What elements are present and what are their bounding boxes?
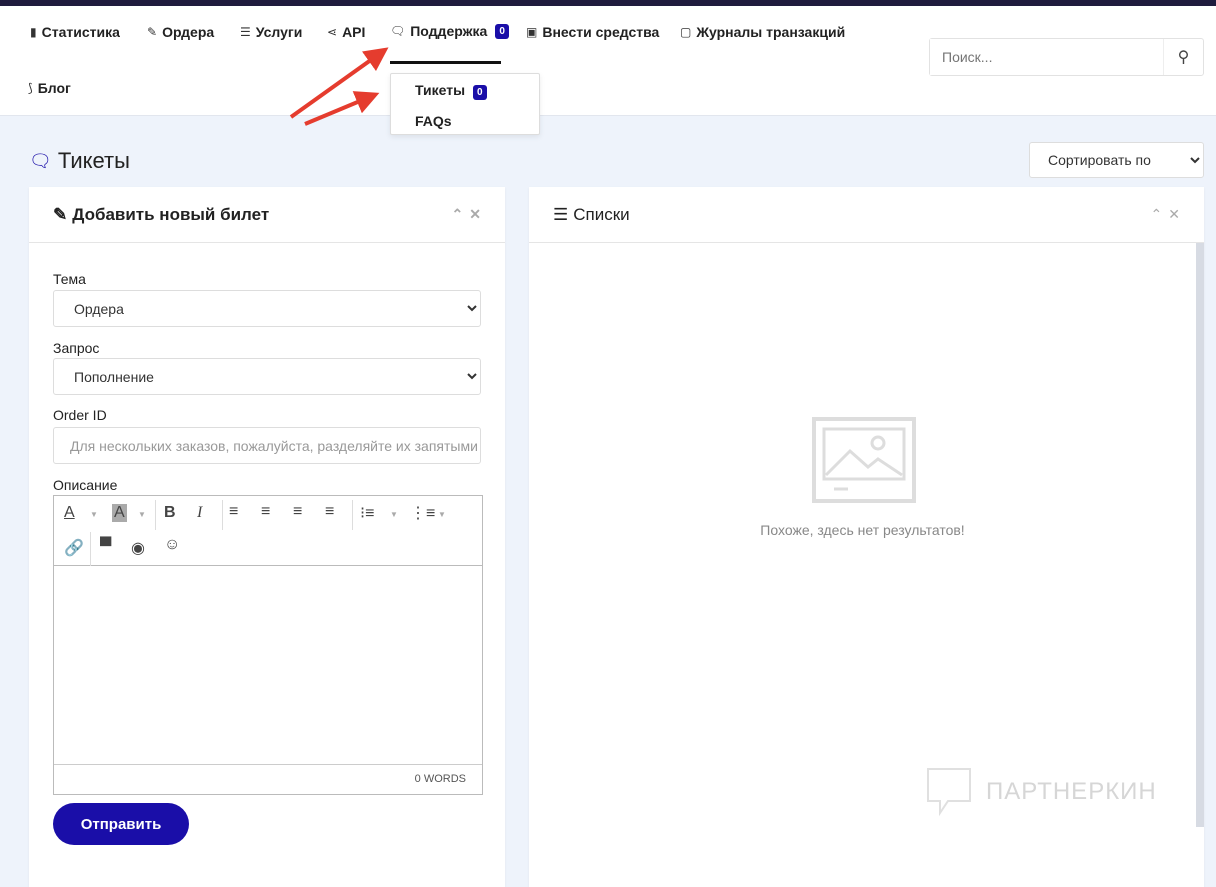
subject-label: Тема <box>53 271 86 287</box>
tickets-badge: 0 <box>473 85 487 100</box>
support-dropdown: Тикеты 0 FAQs <box>390 73 540 135</box>
align-center-icon[interactable]: ≡ <box>261 503 270 521</box>
submit-button[interactable]: Отправить <box>53 803 189 845</box>
collapse-icon[interactable]: ⌃ <box>1151 206 1163 223</box>
bold-icon[interactable]: B <box>164 504 176 522</box>
chat-icon: 🗨 <box>29 150 52 171</box>
chat-icon: 🗨 <box>390 24 406 38</box>
nav-api[interactable]: ⋖ API <box>327 24 365 40</box>
watermark-logo: ПАРТНЕРКИН <box>926 767 1157 817</box>
nav-label: Статистика <box>41 24 120 40</box>
bullet-list-icon[interactable]: ⁝≡ <box>360 503 374 523</box>
page-title-text: Тикеты <box>57 148 130 173</box>
page-title: 🗨 Тикеты <box>29 148 130 174</box>
rss-icon: ⟆ <box>28 81 33 95</box>
nav-label: Поддержка <box>410 23 488 39</box>
collapse-icon[interactable]: ⌃ <box>452 206 464 223</box>
nav-label: Блог <box>37 80 71 96</box>
share-icon: ⋖ <box>327 25 338 39</box>
edit-icon: ✎ <box>53 204 68 224</box>
dropdown-item-faqs[interactable]: FAQs <box>415 113 452 129</box>
bar-chart-icon: ▮ <box>30 25 37 39</box>
nav-blog[interactable]: ⟆ Блог <box>28 80 71 96</box>
search-button[interactable]: ⚲ <box>1163 39 1203 75</box>
order-id-input[interactable] <box>53 427 481 464</box>
card-title: Добавить новый билет <box>72 204 270 224</box>
print-icon[interactable]: ▀ <box>100 538 111 556</box>
italic-icon[interactable]: I <box>197 504 202 522</box>
header: ▮ Статистика ✎ Ордера ☰ Услуги ⋖ API 🗨 Поддер… <box>0 6 1216 116</box>
nav-label: Услуги <box>255 24 303 40</box>
search-input[interactable] <box>930 39 1163 75</box>
subject-select[interactable]: Ордера <box>53 290 481 327</box>
order-id-label: Order ID <box>53 407 107 423</box>
highlight-icon[interactable]: A <box>112 504 127 522</box>
request-label: Запрос <box>53 340 100 356</box>
nav-label: Журналы транзакций <box>696 24 846 40</box>
support-badge: 0 <box>495 23 509 39</box>
editor-toolbar: A ▼ A ▼ B I ≡ ≡ ≡ ≡ ⁝≡ ▼ ⋮≡ ▼ 🔗 ▀ ◉ ☺ <box>54 496 482 566</box>
close-icon[interactable]: ✕ <box>469 206 481 223</box>
nav-transactions[interactable]: ▢ Журналы транзакций <box>680 24 845 40</box>
description-editor: A ▼ A ▼ B I ≡ ≡ ≡ ≡ ⁝≡ ▼ ⋮≡ ▼ 🔗 ▀ ◉ ☺ 0 WORD… <box>53 495 483 795</box>
list-icon: ☰ <box>553 204 569 224</box>
nav-orders[interactable]: ✎ Ордера <box>147 24 214 40</box>
add-ticket-card: ✎ Добавить новый билет ⌃ ✕ Тема Ордера Запр… <box>29 187 505 887</box>
description-label: Описание <box>53 477 118 493</box>
editor-content[interactable] <box>54 566 482 766</box>
dropdown-item-tickets[interactable]: Тикеты 0 <box>415 82 487 100</box>
image-placeholder-icon <box>812 417 916 503</box>
active-underline <box>390 61 501 64</box>
preview-eye-icon[interactable]: ◉ <box>131 538 145 558</box>
empty-message: Похоже, здесь нет результатов! <box>760 522 965 538</box>
search-icon: ⚲ <box>1177 49 1190 66</box>
emoji-icon[interactable]: ☺ <box>164 536 180 554</box>
close-icon[interactable]: ✕ <box>1168 206 1180 223</box>
align-right-icon[interactable]: ≡ <box>293 503 302 521</box>
font-color-icon[interactable]: A <box>64 504 75 522</box>
edit-icon: ✎ <box>147 25 158 39</box>
nav-label: Внести средства <box>542 24 660 40</box>
nav-services[interactable]: ☰ Услуги <box>240 24 302 40</box>
align-left-icon[interactable]: ≡ <box>229 503 238 521</box>
nav-support[interactable]: 🗨 Поддержка 0 <box>390 23 509 39</box>
nav-statistics[interactable]: ▮ Статистика <box>30 24 120 40</box>
word-count: 0 WORDS <box>54 764 482 794</box>
justify-icon[interactable]: ≡ <box>325 503 334 521</box>
nav-label: API <box>342 24 366 40</box>
item-label: Тикеты <box>415 82 466 98</box>
numbered-list-icon[interactable]: ⋮≡ <box>410 503 435 523</box>
link-icon[interactable]: 🔗 <box>64 538 84 558</box>
sort-select[interactable]: Сортировать по <box>1029 142 1204 178</box>
scrollbar[interactable] <box>1196 243 1204 827</box>
list-icon: ☰ <box>240 25 251 39</box>
request-select[interactable]: Пополнение <box>53 358 481 395</box>
nav-label: Ордера <box>162 24 215 40</box>
watermark-text: ПАРТНЕРКИН <box>986 778 1157 805</box>
card-title: Списки <box>573 204 630 224</box>
money-icon: ▣ <box>526 25 538 39</box>
nav-add-funds[interactable]: ▣ Внести средства <box>526 24 659 40</box>
calendar-icon: ▢ <box>680 25 692 39</box>
tickets-list-card: ☰ Списки ⌃ ✕ Похоже, здесь нет результатов!… <box>529 187 1204 887</box>
search-box: ⚲ <box>929 38 1204 76</box>
